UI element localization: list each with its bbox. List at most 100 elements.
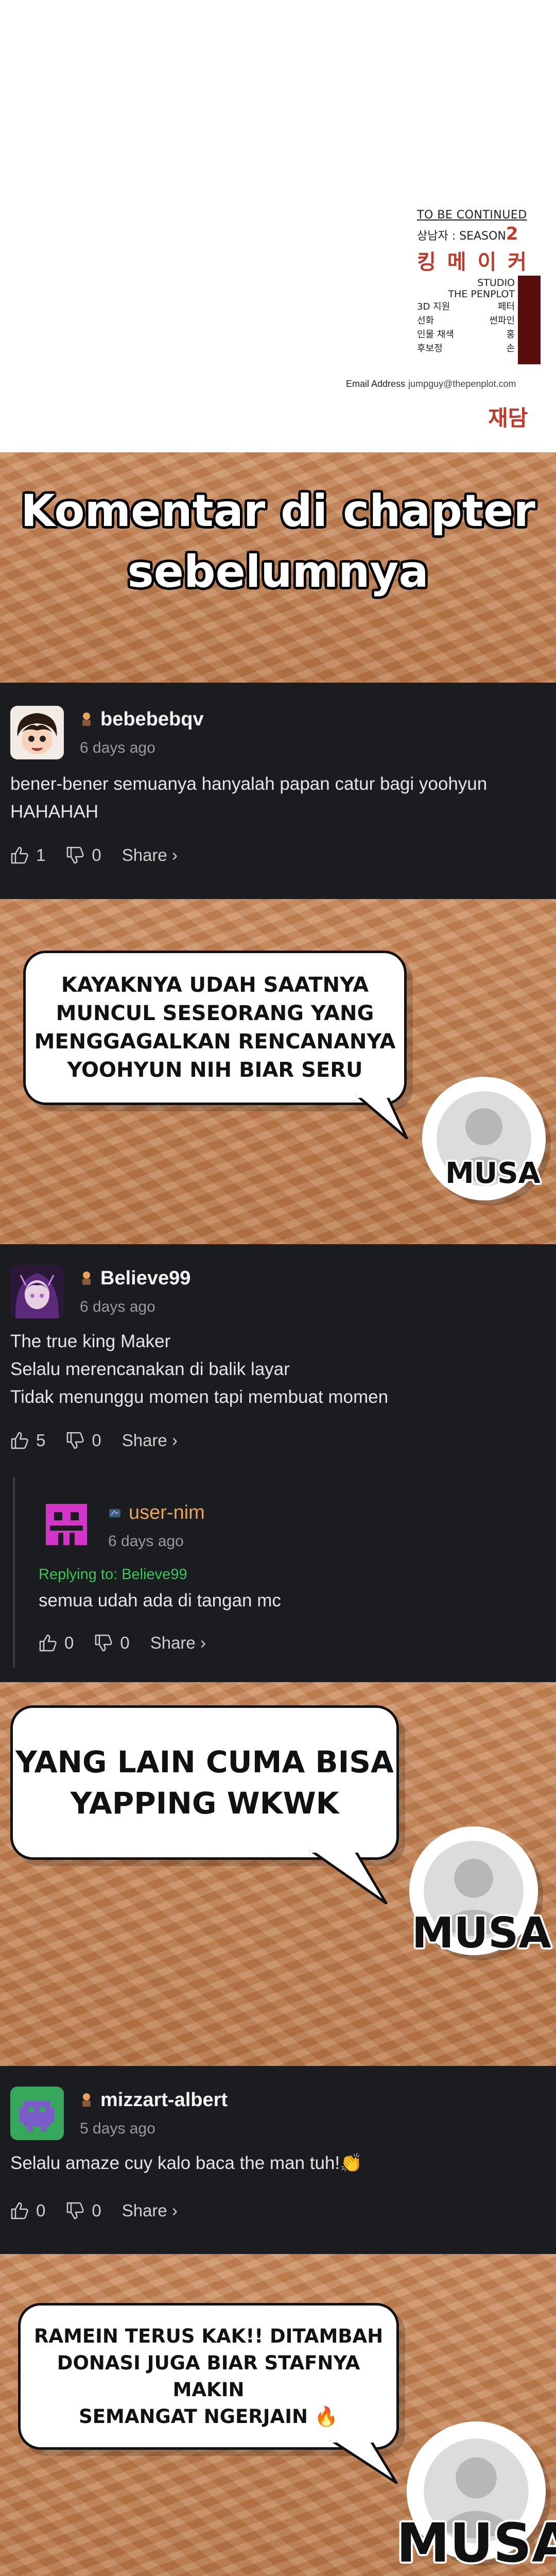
comment-username-row: bebebebqv [80, 708, 204, 731]
email-label: Email Address [346, 379, 406, 389]
comment-card: bebebebqv 6 days ago bener-bener semuany… [0, 683, 556, 899]
dislike-button[interactable]: 0 [66, 845, 101, 865]
like-count: 1 [36, 845, 46, 865]
comment-actions: 1 0 Share › [10, 845, 198, 865]
thumbs-down-icon [95, 1634, 112, 1652]
like-button[interactable]: 0 [10, 2201, 45, 2221]
musa-name: MUSA [412, 1909, 551, 1958]
bubble-line: YOOHYUN NIH BIAR SERU [67, 1058, 363, 1082]
email-value: jumpguy@thepenplot.com [408, 379, 516, 389]
like-count: 5 [36, 1431, 46, 1450]
dislike-count: 0 [92, 1431, 101, 1450]
reply-time: 6 days ago [108, 1533, 184, 1550]
bubble-line: YANG LAIN CUMA BISA [15, 1744, 394, 1780]
like-button[interactable]: 1 [10, 845, 45, 865]
thumbs-down-icon [67, 1432, 84, 1449]
comment-time: 5 days ago [80, 2120, 155, 2137]
credits-block: TO BE CONTINUED 상남자 : SEASON2 킹 메 이 커 ST… [417, 209, 546, 364]
season-number: 2 [506, 224, 518, 244]
user-badge-icon [82, 2093, 91, 2107]
staff-role: 후보정 [417, 343, 443, 354]
dislike-button[interactable]: 0 [94, 1633, 130, 1653]
comment-text: bener-bener semuanya hanyalah papan catu… [10, 770, 487, 826]
comment-text-line: Tidak menunggu momen tapi membuat momen [10, 1387, 389, 1407]
thumbs-up-icon [39, 1634, 57, 1652]
share-button[interactable]: Share › [122, 1431, 178, 1450]
share-button[interactable]: Share › [122, 845, 178, 865]
bubble-line: MUNCUL SESEORANG YANG [56, 1002, 374, 1025]
staff-row: 선화 썬파인 [417, 314, 515, 328]
comment-username-row: Believe99 [80, 1267, 190, 1290]
thumbs-up-icon [11, 2202, 28, 2219]
bubble-tail [330, 2439, 398, 2484]
dislike-count: 0 [92, 845, 101, 865]
comment-card: mizzart-albert 5 days ago Selalu amaze c… [0, 2066, 556, 2254]
comment-username[interactable]: bebebebqv [100, 708, 204, 730]
comment-actions: 0 0 Share › [10, 2201, 198, 2221]
publisher-logo: 재담 [488, 406, 528, 430]
heading-line-2: sebelumnya [127, 546, 429, 598]
reply-username[interactable]: user-nim [129, 1502, 205, 1523]
title-logo: 킹 메 이 커 [417, 250, 529, 274]
staff-name: 썬파인 [489, 315, 515, 326]
staff-role: 인물 채색 [417, 329, 454, 340]
comment-time: 6 days ago [80, 1298, 155, 1315]
comment-username[interactable]: mizzart-albert [100, 2089, 228, 2111]
user-avatar[interactable] [10, 706, 64, 759]
comment-text-line: Selalu merencanakan di balik layar [10, 1359, 290, 1379]
like-button[interactable]: 5 [10, 1431, 45, 1450]
bubble-line: RAMEIN TERUS KAK!! DITAMBAH [33, 2325, 384, 2347]
staff-role: 선화 [417, 315, 435, 326]
comment-text: Selalu amaze cuy kalo baca the man tuh!👏 [10, 2153, 362, 2173]
bubble-tail [309, 1850, 388, 1905]
comment-text-line: HAHAHAH [10, 802, 99, 822]
comment-text-line: The true king Maker [10, 1331, 171, 1351]
bubble-line: YAPPING WKWK [70, 1786, 339, 1821]
share-button[interactable]: Share › [122, 2201, 178, 2221]
studio-name: THE PENPLOT [448, 289, 515, 300]
reply-avatar[interactable] [39, 1497, 94, 1552]
reply-text: semua udah ada di tangan mc [39, 1590, 281, 1611]
user-avatar[interactable] [10, 2087, 64, 2140]
dislike-count: 0 [92, 2201, 101, 2220]
speech-panel: RAMEIN TERUS KAK!! DITAMBAH DONASI JUGA … [0, 2254, 556, 2576]
bubble-line: KAYAKNYA UDAH SAATNYA [61, 973, 369, 997]
speech-panel: YANG LAIN CUMA BISA YAPPING WKWK MUSA [0, 1682, 556, 2066]
speech-panel: KAYAKNYA UDAH SAATNYA MUNCUL SESEORANG Y… [0, 899, 556, 1244]
heading-line-1: Komentar di chapter [21, 485, 535, 537]
credits-red-bar [518, 276, 541, 364]
reply-actions: 0 0 Share › [39, 1633, 227, 1653]
comment-username[interactable]: Believe99 [100, 1267, 190, 1289]
reply-thread-line [13, 1477, 15, 1668]
dislike-button[interactable]: 0 [66, 1431, 101, 1450]
thumbs-up-icon [11, 1432, 28, 1449]
user-badge-icon [109, 1509, 120, 1517]
user-avatar[interactable] [10, 1265, 64, 1318]
like-count: 0 [64, 1633, 74, 1652]
to-be-continued-text: TO BE CONTINUED [417, 209, 527, 222]
replying-to-label[interactable]: Replying to: Believe99 [39, 1566, 187, 1583]
bubble-line: SEMANGAT NGERJAIN 🔥 [79, 2405, 338, 2428]
staff-row: 3D 지원 페터 [417, 300, 515, 314]
speech-bubble: KAYAKNYA UDAH SAATNYA MUNCUL SESEORANG Y… [23, 951, 407, 1105]
share-button[interactable]: Share › [150, 1633, 206, 1653]
comment-text: The true king Maker Selalu merencanakan … [10, 1328, 388, 1411]
comment-time: 6 days ago [80, 739, 155, 756]
speech-bubble: RAMEIN TERUS KAK!! DITAMBAH DONASI JUGA … [18, 2303, 399, 2450]
dislike-button[interactable]: 0 [66, 2201, 101, 2221]
reply-username-row: user-nim [108, 1502, 205, 1524]
staff-name: 손 [506, 343, 515, 354]
comment-card: Believe99 6 days ago The true king Maker… [0, 1244, 556, 1682]
bubble-line: MENGGAGALKAN RENCANANYA [34, 1030, 396, 1054]
thumbs-up-icon [11, 846, 28, 864]
staff-name: 페터 [497, 301, 515, 312]
dislike-count: 0 [120, 1633, 130, 1652]
musa-name: MUSA [445, 1157, 541, 1190]
thumbs-down-icon [67, 2202, 84, 2219]
staff-row: 후보정 손 [417, 342, 515, 355]
email-line: Email Address jumpguy@thepenplot.com [346, 379, 516, 389]
thumbs-down-icon [67, 846, 84, 864]
like-button[interactable]: 0 [39, 1633, 74, 1653]
user-badge-icon [82, 1272, 91, 1285]
bubble-tail [356, 1095, 408, 1140]
